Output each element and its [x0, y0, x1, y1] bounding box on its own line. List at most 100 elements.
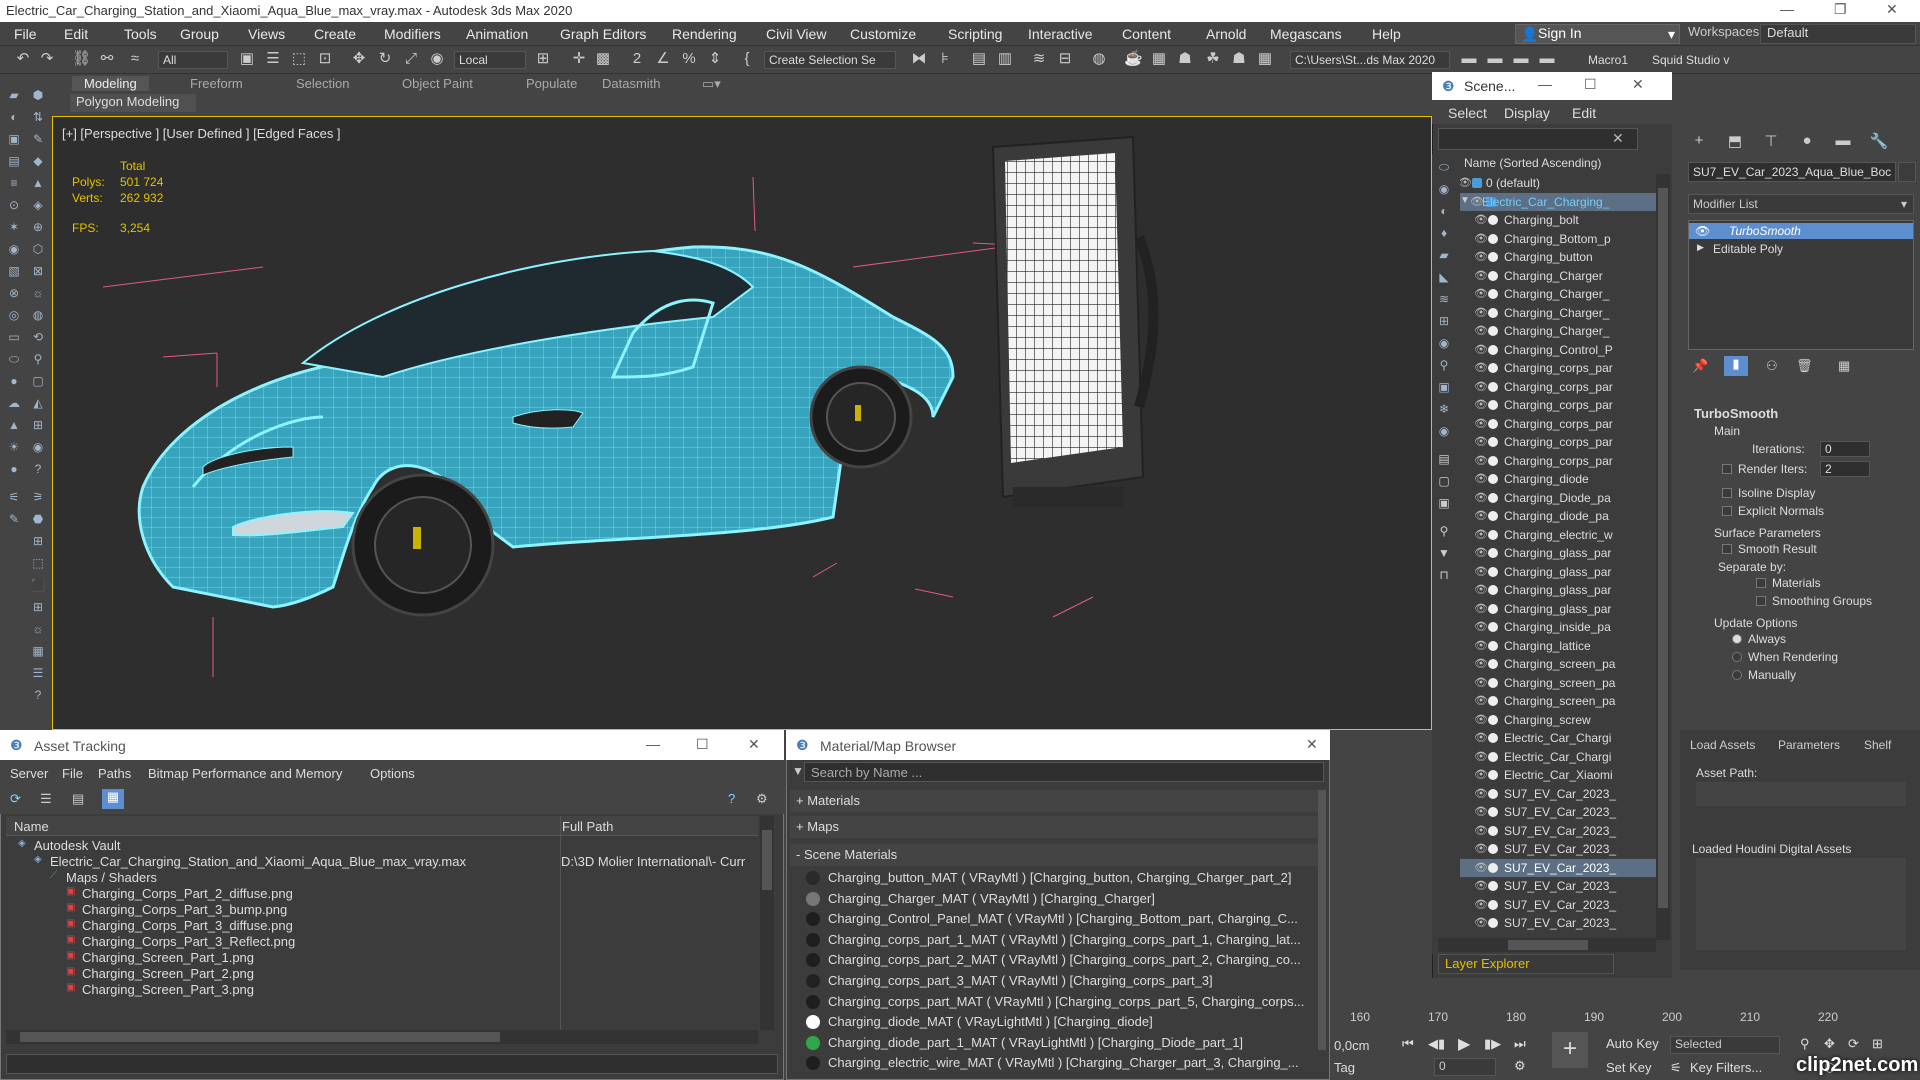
menu-megascans[interactable]: Megascans	[1270, 26, 1342, 42]
eye-icon[interactable]: 👁	[1474, 861, 1488, 874]
minimize-icon[interactable]: —	[1780, 1, 1794, 17]
scene-list-item[interactable]: 👁 Charging_diode	[1460, 470, 1656, 489]
eye-icon[interactable]: 👁	[1474, 694, 1488, 707]
eye-icon[interactable]: 👁	[1474, 879, 1488, 892]
rollout-title[interactable]: TurboSmooth	[1694, 406, 1778, 421]
help-icon[interactable]: ?	[728, 791, 735, 806]
scene-list-item[interactable]: 👁 0 (default)	[1460, 174, 1656, 193]
link-icon[interactable]: ⛓	[72, 50, 91, 68]
eye-icon[interactable]: 👁	[1474, 306, 1488, 319]
pivot-icon[interactable]: ⊞	[534, 50, 552, 68]
tool-icon[interactable]: ⊞	[30, 600, 46, 614]
macro-button[interactable]: Macro1	[1588, 53, 1628, 67]
show-end-result-icon[interactable]: ▮	[1724, 356, 1748, 376]
tool-icon[interactable]: ✶	[6, 220, 22, 234]
scene-list-item[interactable]: 👁 Charging_glass_par	[1460, 563, 1656, 582]
eye-icon[interactable]: 👁	[1474, 713, 1488, 726]
scene-list-item[interactable]: 👁 Charging_Control_P	[1460, 341, 1656, 360]
material-item[interactable]: Charging_Charger_MAT ( VRayMtl ) [Chargi…	[804, 889, 1308, 910]
eye-icon[interactable]: 👁	[1474, 546, 1488, 559]
eye-icon[interactable]: 👁	[1474, 269, 1488, 282]
tool-icon[interactable]: ⬭	[6, 352, 22, 366]
scene-search-input[interactable]	[1438, 128, 1638, 150]
menu-options[interactable]: Options	[370, 766, 415, 781]
menu-tools[interactable]: Tools	[124, 26, 157, 42]
help-icon[interactable]: ?	[30, 688, 46, 702]
tab-shelf[interactable]: Shelf	[1864, 738, 1891, 752]
restore-icon[interactable]: ☐	[1584, 76, 1597, 93]
pan-icon[interactable]: ✥	[1824, 1036, 1835, 1052]
column-name[interactable]: Name	[14, 819, 49, 834]
table-view-icon[interactable]: ▦	[102, 789, 124, 809]
tool-icon[interactable]: ⚲	[30, 352, 46, 366]
sun-icon[interactable]: ☀	[6, 440, 22, 454]
render-setup-icon[interactable]: ☕	[1124, 50, 1143, 68]
set-key-filter-icon[interactable]: ⚟	[1670, 1060, 1682, 1076]
eye-icon[interactable]: 👁	[1474, 232, 1488, 245]
eye-icon[interactable]: 👁	[1474, 287, 1488, 300]
close-icon[interactable]: ✕	[1886, 1, 1898, 18]
menu-civil-view[interactable]: Civil View	[766, 26, 826, 42]
remove-modifier-icon[interactable]: 🗑	[1796, 358, 1813, 374]
eye-icon[interactable]: 👁	[1474, 528, 1488, 541]
tool-icon[interactable]: ▧	[6, 264, 22, 278]
eye-icon[interactable]: 👁	[1474, 361, 1488, 374]
display-groups-icon[interactable]: ⊞	[1436, 314, 1452, 328]
eye-icon[interactable]: 👁	[1474, 898, 1488, 911]
render-online-icon[interactable]: ▦	[1256, 50, 1274, 68]
scene-list-item[interactable]: 👁 Charging_inside_pa	[1460, 618, 1656, 637]
scene-list-item[interactable]: 👁 SU7_EV_Car_2023_	[1460, 822, 1656, 841]
tree-view-icon[interactable]: ▤	[72, 791, 84, 807]
render-frame-icon[interactable]: ▦	[1150, 50, 1168, 68]
project-path-dropdown[interactable]: C:\Users\St...ds Max 2020	[1290, 51, 1450, 69]
menu-animation[interactable]: Animation	[466, 26, 528, 42]
tab-selection[interactable]: Selection	[296, 76, 349, 91]
explicit-normals-checkbox[interactable]	[1722, 506, 1732, 516]
make-unique-icon[interactable]: ⚇	[1766, 358, 1778, 374]
material-search-input[interactable]: Search by Name ...	[804, 762, 1324, 782]
hierarchy-tab-icon[interactable]: ⊤	[1760, 132, 1782, 150]
fov-icon[interactable]: ⊞	[1872, 1036, 1883, 1052]
scene-column-header[interactable]: Name (Sorted Ascending)	[1460, 156, 1656, 174]
display-spacewarps-icon[interactable]: ≋	[1436, 292, 1452, 306]
tool-icon[interactable]: ●	[6, 374, 22, 388]
asset-scrollbar[interactable]	[760, 816, 774, 1030]
section-materials[interactable]: + Materials	[790, 790, 1320, 812]
object-name-field[interactable]: SU7_EV_Car_2023_Aqua_Blue_Boc	[1688, 162, 1896, 182]
scene-list-item[interactable]: 👁 SU7_EV_Car_2023_	[1460, 896, 1656, 915]
collapse-arrow-icon[interactable]: ▼	[1460, 195, 1470, 206]
scene-list-item[interactable]: 👁 Charging_Charger_	[1460, 304, 1656, 323]
display-lights-icon[interactable]: ♦	[1436, 226, 1452, 240]
tool-icon[interactable]: ⊠	[30, 264, 46, 278]
tool-icon[interactable]: ⊞	[30, 418, 46, 432]
display-none-icon[interactable]: ▢	[1436, 474, 1452, 488]
invert-display-icon[interactable]: ▣	[1436, 496, 1452, 510]
menu-arnold[interactable]: Arnold	[1206, 26, 1246, 42]
previous-frame-icon[interactable]: ◀▮	[1428, 1036, 1445, 1052]
tool-icon[interactable]: ⊕	[30, 220, 46, 234]
tool-icon[interactable]: ✎	[6, 512, 22, 526]
tool-icon[interactable]: ☼	[30, 622, 46, 636]
help-icon[interactable]: ?	[30, 462, 46, 476]
select-by-name-icon[interactable]: ☰	[264, 50, 282, 68]
when-rendering-radio[interactable]	[1732, 652, 1742, 662]
scene-list-item[interactable]: 👁 SU7_EV_Car_2023_	[1460, 840, 1656, 859]
tool-icon[interactable]: ▲	[30, 176, 46, 190]
add-key-icon[interactable]: +	[1552, 1032, 1588, 1068]
modify-tab-icon[interactable]: ⬒	[1724, 132, 1746, 150]
curve-editor-icon[interactable]: ≋	[1030, 50, 1048, 68]
asset-path-input[interactable]	[1696, 782, 1906, 806]
tool-icon[interactable]: ≡	[6, 176, 22, 190]
time-config-icon[interactable]: ⚙	[1514, 1058, 1526, 1074]
menu-file[interactable]: File	[14, 26, 37, 42]
material-item[interactable]: Charging_diode_MAT ( VRayLightMtl ) [Cha…	[804, 1012, 1308, 1033]
material-item[interactable]: Charging_diode_part_1_MAT ( VRayLightMtl…	[804, 1033, 1308, 1054]
scene-list-item[interactable]: 👁 Charging_corps_par	[1460, 396, 1656, 415]
eye-icon[interactable]: 👁	[1474, 435, 1488, 448]
scene-list-item[interactable]: 👁 Charging_glass_par	[1460, 600, 1656, 619]
percent-snap-icon[interactable]: %	[680, 50, 698, 68]
stack-item-turbosmooth[interactable]: 👁 TurboSmooth	[1689, 223, 1913, 239]
utilities-tab-icon[interactable]: 🔧	[1868, 132, 1890, 150]
tab-datasmith[interactable]: Datasmith	[602, 76, 661, 91]
restore-icon[interactable]: ☐	[696, 736, 709, 753]
